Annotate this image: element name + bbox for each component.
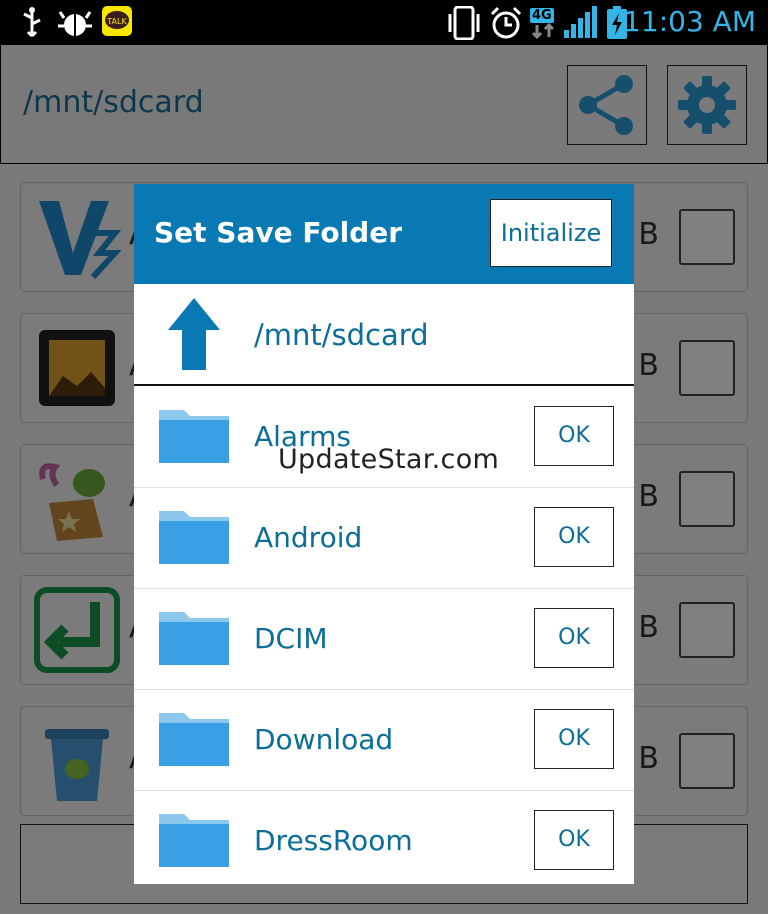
folder-name: DCIM: [254, 622, 328, 655]
alarm-icon: [488, 6, 524, 44]
current-path: /mnt/sdcard: [254, 318, 429, 352]
folder-row[interactable]: DressRoom OK: [134, 790, 634, 884]
parent-folder-row[interactable]: /mnt/sdcard: [134, 284, 634, 386]
folder-icon: [159, 612, 229, 665]
folder-row[interactable]: DCIM OK: [134, 588, 634, 690]
watermark: UpdateStar.com: [278, 444, 500, 475]
svg-text:TALK: TALK: [106, 17, 127, 26]
up-arrow-icon: [168, 298, 220, 370]
ok-button[interactable]: OK: [534, 507, 614, 567]
ok-button[interactable]: OK: [534, 608, 614, 668]
folder-name: Android: [254, 521, 363, 554]
initialize-button[interactable]: Initialize: [490, 199, 612, 267]
usb-icon: [18, 6, 46, 42]
folder-icon: [159, 511, 229, 564]
network-4g-icon: 4G: [530, 4, 556, 39]
ok-button[interactable]: OK: [534, 406, 614, 466]
folder-name: Download: [254, 723, 394, 756]
folder-icon: [159, 410, 229, 463]
folder-icon: [159, 814, 229, 867]
folder-row[interactable]: Android OK: [134, 487, 634, 589]
ok-button[interactable]: OK: [534, 709, 614, 769]
dialog-header: Set Save Folder Initialize: [134, 184, 634, 284]
set-save-folder-dialog: Set Save Folder Initialize /mnt/sdcard A…: [134, 184, 634, 884]
dialog-title: Set Save Folder: [154, 216, 403, 249]
kakaotalk-icon: TALK: [102, 6, 132, 40]
status-clock: 11:03 AM: [623, 5, 756, 38]
debug-bug-icon: [58, 6, 92, 42]
signal-icon: [564, 6, 598, 42]
vibrate-icon: [446, 5, 482, 44]
folder-icon: [159, 713, 229, 766]
folder-name: DressRoom: [254, 824, 413, 857]
ok-button[interactable]: OK: [534, 810, 614, 870]
folder-row[interactable]: Download OK: [134, 689, 634, 791]
status-bar: TALK 4G 11:03 AM: [0, 0, 768, 44]
